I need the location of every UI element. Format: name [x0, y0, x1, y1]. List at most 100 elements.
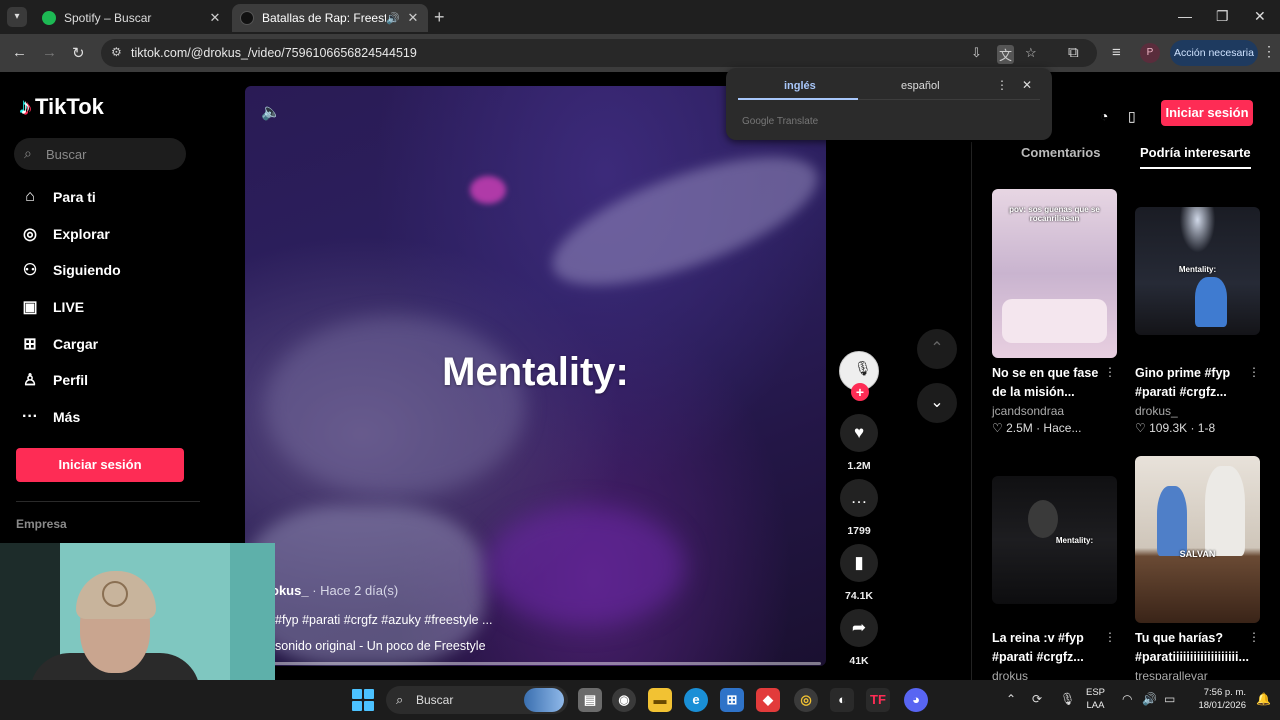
volume-icon[interactable]: 🔊 [1142, 692, 1157, 706]
microphone-icon[interactable]: 🎙 [1060, 692, 1075, 706]
edge-icon[interactable]: e [684, 688, 708, 712]
extensions-icon[interactable]: ⧉ [1068, 44, 1079, 61]
translate-icon[interactable]: 文 [997, 45, 1015, 64]
nav-live[interactable]: ▣ LIVE [20, 295, 84, 319]
video-thumbnail[interactable]: pov: sos guenas que se rocanriliasan [992, 189, 1117, 358]
follow-button[interactable]: + [851, 383, 869, 401]
file-explorer-icon[interactable]: ▬ [648, 688, 672, 712]
url-text[interactable]: tiktok.com/@drokus_/video/75961066568245… [131, 46, 417, 60]
tab-spotify[interactable]: Spotify – Buscar ✕ [34, 4, 230, 32]
video-thumbnail[interactable]: Mentality: [992, 476, 1117, 604]
system-clock[interactable]: 7:56 p. m. 18/01/2026 [1192, 686, 1246, 712]
source-language-tab[interactable]: inglés [784, 80, 816, 92]
card-more-icon[interactable]: ⋮ [1248, 630, 1260, 644]
forward-icon[interactable]: → [42, 44, 57, 61]
sidebar-login-button[interactable]: Iniciar sesión [16, 448, 184, 482]
sync-icon[interactable]: ⟳ [1032, 692, 1042, 706]
site-info-icon[interactable]: ⚙ [111, 45, 122, 59]
card-author[interactable]: drokus_ [1135, 404, 1178, 418]
video-author[interactable]: okus_ · Hace 2 día(s) [271, 583, 398, 598]
nav-cargar[interactable]: ⊞ Cargar [20, 332, 98, 356]
nav-siguiendo[interactable]: ⚇ Siguiendo [20, 258, 121, 282]
live-icon: ▣ [22, 299, 38, 316]
get-app-icon[interactable]: ▯ [1128, 108, 1136, 125]
window-close-icon[interactable]: ✕ [1254, 8, 1266, 25]
bookmark-star-icon[interactable]: ☆ [1025, 45, 1037, 61]
steam-icon[interactable]: ◉ [612, 688, 636, 712]
card-title[interactable]: Gino prime #fyp #parati #crgfz... [1135, 364, 1247, 402]
cap-badge [102, 581, 128, 607]
share-button[interactable]: ➦ [840, 609, 878, 647]
card-title[interactable]: La reina :v #fyp #parati #crgfz... [992, 629, 1104, 667]
tiktok-logo[interactable]: ♪ TikTok [20, 94, 104, 120]
windows-start-icon[interactable] [352, 689, 374, 711]
browser-menu-icon[interactable]: ⋮ [1262, 43, 1276, 60]
comment-button[interactable]: … [840, 479, 878, 517]
tab-podria-interesarte[interactable]: Podría interesarte [1140, 145, 1251, 169]
obs-icon[interactable]: ◐ [830, 688, 854, 712]
tray-overflow-icon[interactable]: ⌃ [1006, 692, 1016, 706]
card-more-icon[interactable]: ⋮ [1104, 630, 1116, 644]
author-handle[interactable]: okus_ [271, 583, 309, 598]
new-tab-icon[interactable]: + [434, 7, 445, 28]
discord-icon[interactable]: ◕ [904, 688, 928, 712]
video-sound[interactable]: sonido original - Un poco de Freestyle [275, 639, 486, 653]
battery-icon[interactable]: ▭ [1164, 692, 1175, 706]
nav-perfil[interactable]: ♙ Perfil [20, 368, 88, 392]
reload-icon[interactable]: ↻ [72, 44, 85, 62]
header-login-button[interactable]: Iniciar sesión [1161, 100, 1253, 126]
chrome-icon[interactable]: ◎ [794, 688, 818, 712]
search-box[interactable]: ⌕ [14, 138, 186, 170]
address-bar[interactable]: ⚙ tiktok.com/@drokus_/video/759610665682… [101, 39, 1097, 67]
card-author[interactable]: jcandsondraa [992, 404, 1064, 418]
chevron-up-icon: ⌃ [930, 340, 944, 357]
save-button[interactable]: ▮ [840, 544, 878, 582]
install-app-icon[interactable]: ⇩ [971, 45, 982, 61]
card-title[interactable]: Tu que harías? #paratiiiiiiiiiiiiiiiiiii… [1135, 629, 1260, 667]
close-tab-icon[interactable]: ✕ [406, 10, 420, 26]
thumbnail-detail [1195, 277, 1227, 327]
nav-mas[interactable]: ··· Más [20, 405, 80, 429]
minimize-icon[interactable]: — [1178, 8, 1192, 24]
tab-search-icon[interactable]: ▾ [7, 7, 27, 27]
nav-explorar[interactable]: ◎ Explorar [20, 222, 110, 246]
media-controls-icon[interactable]: ≡ [1112, 44, 1121, 61]
nav-para-ti[interactable]: ⌂ Para ti [20, 185, 96, 209]
video-thumbnail[interactable]: Mentality: [1135, 207, 1260, 335]
volume-icon[interactable]: 🔈 [261, 102, 281, 122]
video-progress-bar[interactable] [273, 662, 821, 665]
tab-comentarios[interactable]: Comentarios [1021, 145, 1100, 160]
tf-app-icon[interactable]: TF [866, 688, 890, 712]
profile-avatar[interactable]: P [1140, 43, 1160, 63]
anydesk-icon[interactable]: ◆ [756, 688, 780, 712]
video-thumbnail[interactable]: SALVAN [1135, 456, 1260, 623]
translate-options-icon[interactable]: ⋮ [996, 78, 1008, 92]
footer-section-title[interactable]: Empresa [16, 517, 67, 531]
store-icon[interactable]: ⊞ [720, 688, 744, 712]
like-button[interactable]: ♥ [840, 414, 878, 452]
card-more-icon[interactable]: ⋮ [1104, 365, 1116, 379]
wifi-icon[interactable]: ◠ [1122, 692, 1132, 706]
card-title[interactable]: No se en que fase de la misión... [992, 364, 1104, 402]
video-player[interactable]: 🔈 Mentality: okus_ · Hace 2 día(s) #fyp … [245, 86, 826, 666]
save-count: 74.1K [844, 590, 874, 602]
creator-tools-icon[interactable]: ◔ [1100, 108, 1108, 124]
action-required-button[interactable]: Acción necesaria [1170, 40, 1258, 66]
audio-playing-icon[interactable]: 🔊 [386, 12, 400, 25]
back-icon[interactable]: ← [12, 44, 27, 61]
tab-tiktok-video[interactable]: Batallas de Rap: Freestyle c 🔊 ✕ [232, 4, 428, 32]
nav-label: Para ti [53, 189, 96, 205]
notifications-icon[interactable]: 🔔 [1256, 692, 1271, 706]
task-view-icon[interactable]: ▤ [578, 688, 602, 712]
translate-close-icon[interactable]: ✕ [1022, 78, 1032, 92]
previous-video-button[interactable]: ⌃ [917, 329, 957, 369]
close-tab-icon[interactable]: ✕ [208, 10, 222, 26]
target-language-tab[interactable]: español [901, 80, 940, 92]
maximize-icon[interactable]: ❐ [1216, 8, 1229, 25]
widget-icon[interactable] [524, 688, 564, 712]
video-description[interactable]: #fyp #parati #crgfz #azuky #freestyle ..… [275, 613, 492, 627]
input-language[interactable]: ESP LAA [1086, 686, 1105, 712]
card-more-icon[interactable]: ⋮ [1248, 365, 1260, 379]
next-video-button[interactable]: ⌄ [917, 383, 957, 423]
search-input[interactable] [46, 144, 176, 164]
